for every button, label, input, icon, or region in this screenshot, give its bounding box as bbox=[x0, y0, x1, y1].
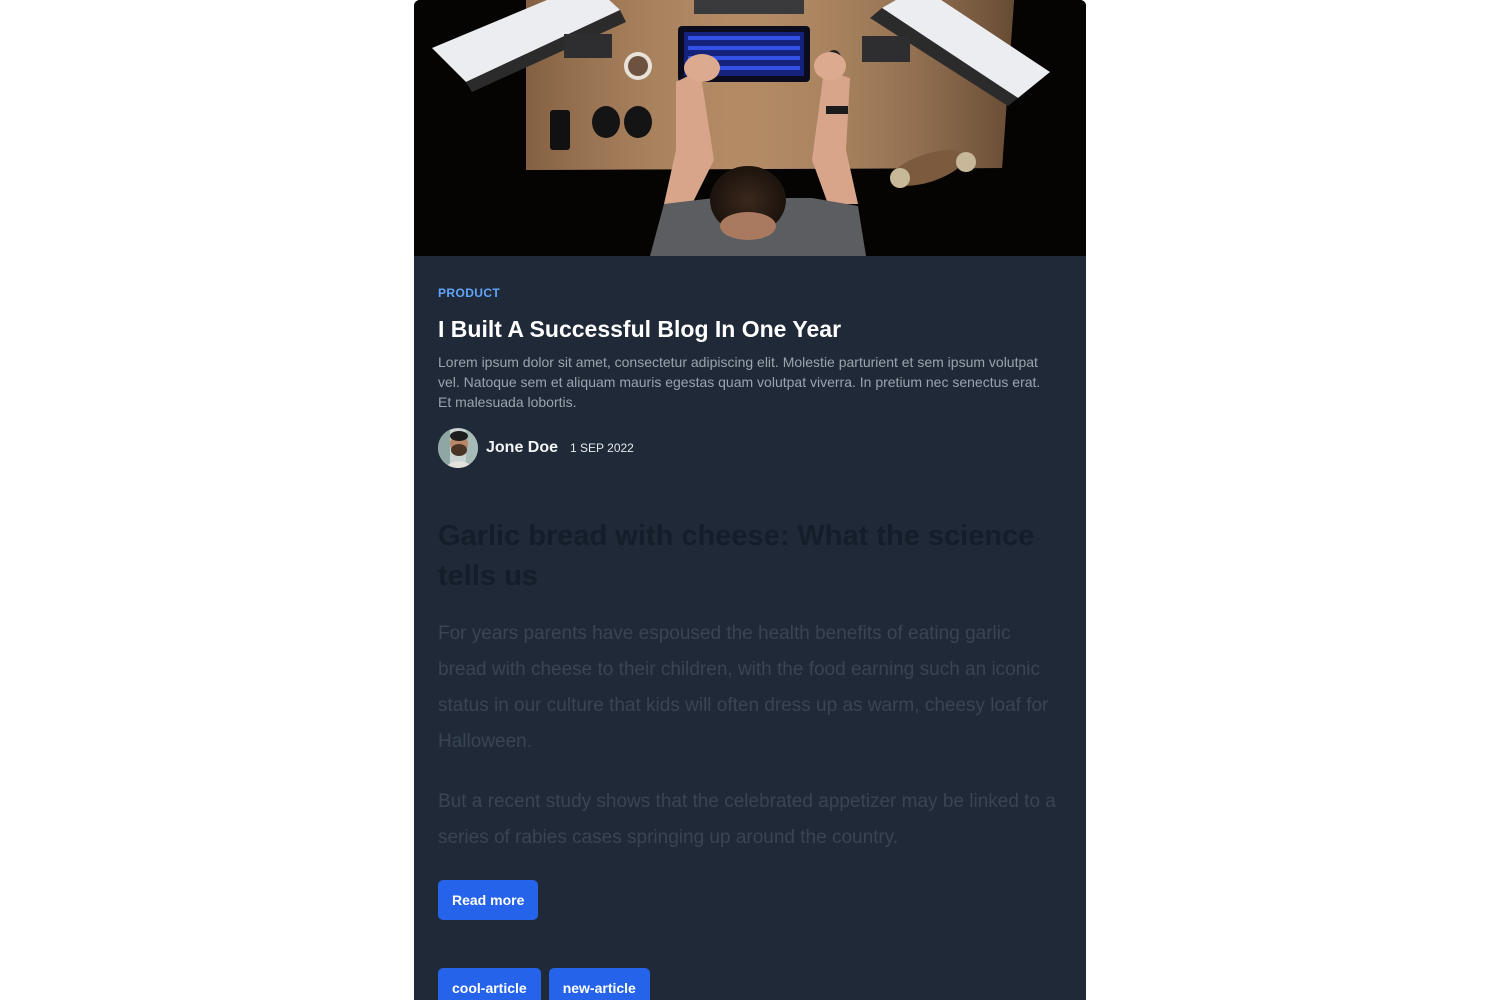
post-excerpt: Lorem ipsum dolor sit amet, consectetur … bbox=[438, 354, 1041, 410]
article-heading: Garlic bread with cheese: What the scien… bbox=[438, 520, 1035, 592]
author-name[interactable]: Jone Doe bbox=[486, 439, 558, 457]
post-title[interactable]: I Built A Successful Blog In One Year bbox=[438, 314, 841, 344]
tag-cool-article[interactable]: cool-article bbox=[438, 968, 541, 1000]
post-category[interactable]: PRODUCT bbox=[438, 286, 500, 300]
read-more-button[interactable]: Read more bbox=[438, 880, 539, 920]
post-date: 1 SEP 2022 bbox=[570, 441, 634, 455]
desk-photo bbox=[414, 0, 1086, 256]
avatar-image bbox=[438, 428, 478, 468]
hero-image bbox=[414, 0, 1086, 256]
tag-list: cool-article new-article bbox=[438, 968, 650, 1000]
article-paragraph: But a recent study shows that the celebr… bbox=[438, 791, 1056, 848]
author-row: Jone Doe 1 SEP 2022 bbox=[438, 428, 634, 468]
article-paragraph: For years parents have espoused the heal… bbox=[438, 623, 1049, 752]
blog-card: PRODUCT I Built A Successful Blog In One… bbox=[414, 0, 1086, 1000]
avatar[interactable] bbox=[438, 428, 478, 468]
tag-new-article[interactable]: new-article bbox=[548, 968, 650, 1000]
